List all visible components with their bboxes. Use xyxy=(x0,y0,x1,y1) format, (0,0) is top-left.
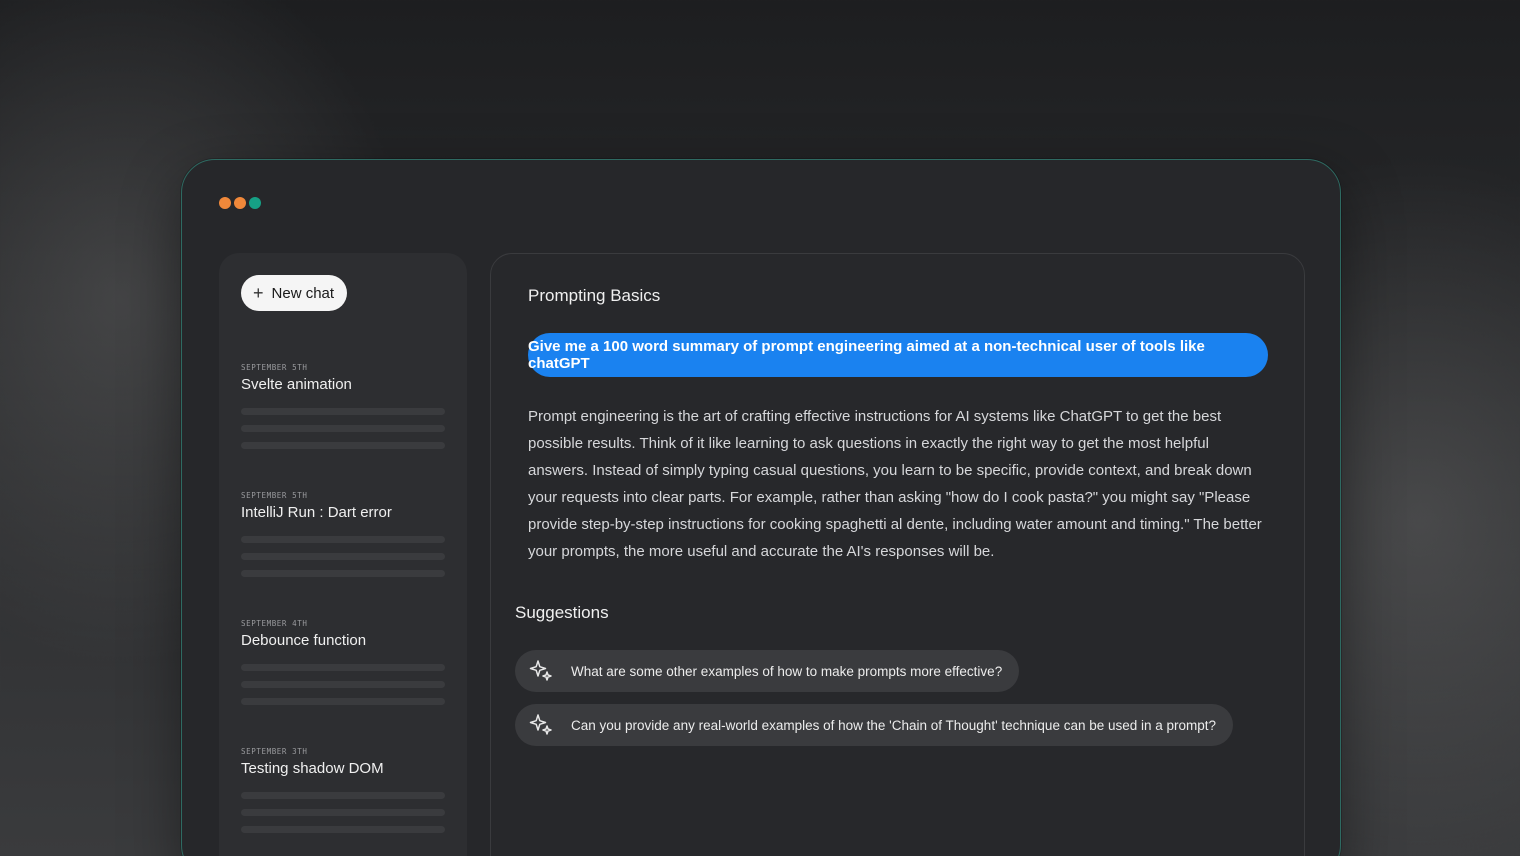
history-item[interactable]: September 4th Debounce function xyxy=(241,619,445,715)
history-title: Testing shadow DOM xyxy=(241,760,384,777)
sparkle-icon xyxy=(529,659,553,683)
history-item[interactable]: September 5th Svelte animation xyxy=(241,363,445,459)
preview-placeholder xyxy=(241,408,445,449)
user-message-bubble: Give me a 100 word summary of prompt eng… xyxy=(528,333,1268,377)
close-window-button[interactable] xyxy=(219,197,231,209)
window-controls xyxy=(219,197,261,209)
chat-history-sidebar: + New chat September 5th Svelte animatio… xyxy=(219,253,467,856)
suggestion-chip[interactable]: What are some other examples of how to m… xyxy=(515,650,1020,692)
history-date: September 4th xyxy=(241,619,308,628)
history-item[interactable]: September 3th Testing shadow DOM xyxy=(241,747,445,843)
sparkle-icon xyxy=(529,713,553,737)
suggestion-label: What are some other examples of how to m… xyxy=(571,663,1003,679)
minimize-window-button[interactable] xyxy=(234,197,246,209)
chat-panel: Prompting Basics Give me a 100 word summ… xyxy=(490,253,1305,856)
suggestions-heading: Suggestions xyxy=(515,603,609,622)
maximize-window-button[interactable] xyxy=(249,197,261,209)
preview-placeholder xyxy=(241,536,445,577)
preview-placeholder xyxy=(241,664,445,705)
history-date: September 5th xyxy=(241,491,308,500)
history-date: September 5th xyxy=(241,363,308,372)
chat-title: Prompting Basics xyxy=(528,286,661,305)
app-window: + New chat September 5th Svelte animatio… xyxy=(181,159,1341,856)
new-chat-button[interactable]: + New chat xyxy=(241,275,348,311)
suggestion-chip[interactable]: Can you provide any real-world examples … xyxy=(515,704,1234,746)
history-item[interactable]: September 5th IntelliJ Run : Dart error xyxy=(241,491,445,587)
history-title: Svelte animation xyxy=(241,376,352,393)
suggestion-label: Can you provide any real-world examples … xyxy=(571,717,1217,733)
plus-icon: + xyxy=(253,283,264,303)
history-title: Debounce function xyxy=(241,632,367,649)
assistant-message: Prompt engineering is the art of craftin… xyxy=(528,408,1262,560)
history-date: September 3th xyxy=(241,747,308,756)
new-chat-label: New chat xyxy=(271,284,335,302)
preview-placeholder xyxy=(241,792,445,833)
history-title: IntelliJ Run : Dart error xyxy=(241,504,392,521)
